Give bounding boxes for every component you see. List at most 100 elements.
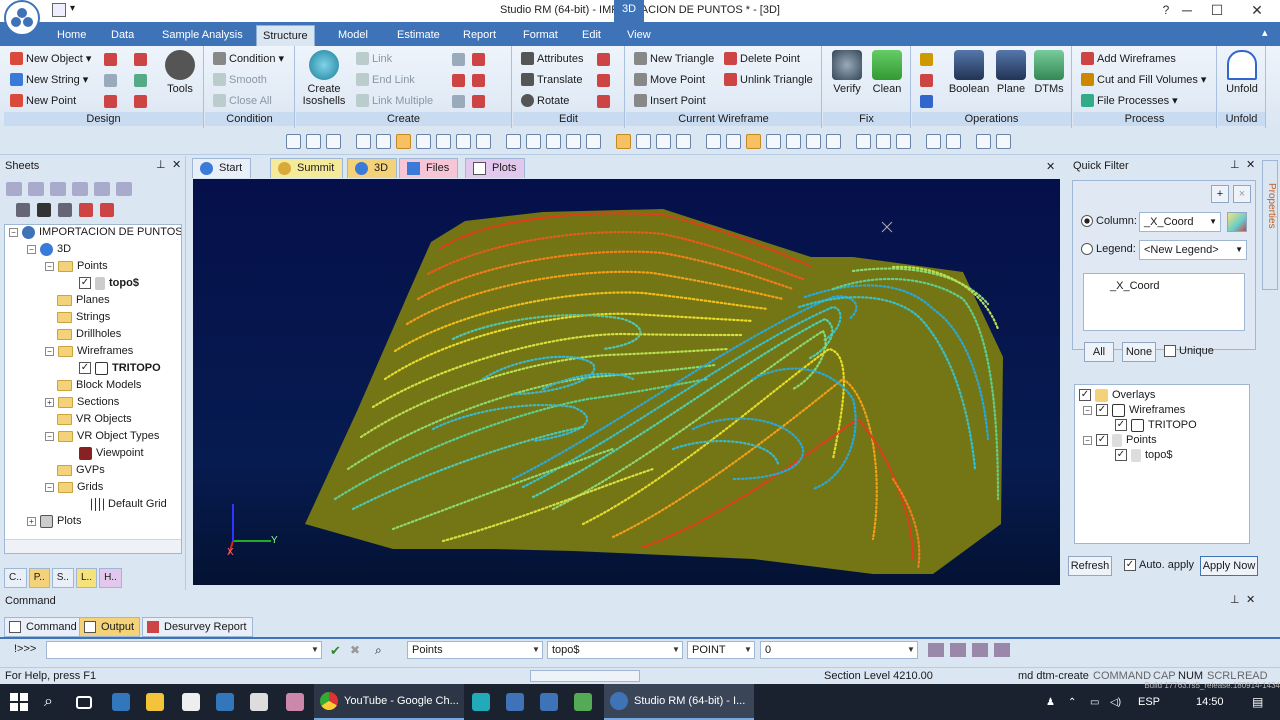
new-point-button[interactable]: New Point bbox=[10, 94, 76, 107]
tree-block-models[interactable]: Block Models bbox=[57, 377, 141, 393]
overlay-tritopo[interactable]: ✓ TRITOPO bbox=[1115, 417, 1197, 433]
unfold-button[interactable]: Unfold bbox=[1222, 50, 1262, 95]
tab-c[interactable]: C.. bbox=[4, 568, 27, 588]
tab-p[interactable]: P.. bbox=[28, 568, 50, 588]
create-small-icon-6[interactable] bbox=[472, 95, 485, 108]
link-button[interactable]: Link bbox=[356, 52, 392, 65]
tab-model[interactable]: Model bbox=[332, 25, 374, 46]
tab-estimate[interactable]: Estimate bbox=[391, 25, 446, 46]
plane-button[interactable]: Plane bbox=[994, 50, 1028, 95]
filter-values-list[interactable]: _X_Coord bbox=[1083, 273, 1245, 331]
taskbar-studio-rm[interactable]: Studio RM (64-bit) - I... bbox=[604, 684, 754, 720]
vtab-plots[interactable]: Plots bbox=[465, 158, 526, 178]
auto-apply-row[interactable]: ✓ Auto. apply bbox=[1124, 559, 1194, 571]
operations-small-icon-1[interactable] bbox=[920, 53, 933, 66]
legend-select[interactable]: <New Legend> ▼ bbox=[1139, 240, 1247, 260]
refresh-button[interactable]: Refresh bbox=[1068, 556, 1112, 576]
tree-gvps[interactable]: GVPs bbox=[57, 462, 105, 478]
sheets-close-icon[interactable]: ✕ bbox=[172, 158, 181, 171]
add-filter-button[interactable]: + bbox=[1211, 185, 1229, 203]
network-icon[interactable]: ▭ bbox=[1090, 684, 1099, 720]
sheets-tool-icon-2[interactable] bbox=[28, 182, 44, 196]
operations-small-icon-3[interactable] bbox=[920, 95, 933, 108]
overlay-wireframes[interactable]: − ✓ Wireframes bbox=[1083, 402, 1185, 418]
sheets-tool-icon-11[interactable] bbox=[100, 203, 114, 217]
design-small-icon-2[interactable] bbox=[134, 53, 147, 66]
quick-filter-pin-icon[interactable]: ⊥ bbox=[1230, 158, 1240, 171]
tree-grids[interactable]: − Grids bbox=[45, 479, 103, 495]
tab-h[interactable]: H.. bbox=[99, 568, 122, 588]
sheets-tool-icon-3[interactable] bbox=[50, 182, 66, 196]
link-multiple-button[interactable]: Link Multiple bbox=[356, 94, 433, 107]
snap-point-icon[interactable] bbox=[636, 134, 651, 149]
arrow-right-icon[interactable] bbox=[946, 134, 961, 149]
tab-edit[interactable]: Edit bbox=[576, 25, 607, 46]
apply-now-button[interactable]: Apply Now bbox=[1200, 556, 1258, 576]
taskbar-app-icon-4[interactable] bbox=[506, 684, 524, 720]
rotate-view-icon[interactable] bbox=[306, 134, 321, 149]
create-small-icon-4[interactable] bbox=[472, 74, 485, 87]
edge-icon[interactable] bbox=[112, 684, 130, 720]
unique-checkbox[interactable] bbox=[1164, 345, 1176, 357]
people-icon[interactable]: ♟ bbox=[1046, 684, 1055, 720]
command-pin-icon[interactable]: ⊥ bbox=[1230, 593, 1240, 606]
dtms-button[interactable]: DTMs bbox=[1032, 50, 1066, 95]
design-small-icon-6[interactable] bbox=[134, 95, 147, 108]
store-icon[interactable] bbox=[182, 684, 200, 720]
sheets-tool-icon-9[interactable] bbox=[58, 203, 72, 217]
ribbon-collapse-icon[interactable]: ▴ bbox=[1262, 26, 1268, 39]
filter-icon[interactable] bbox=[856, 134, 871, 149]
zoom-window-icon[interactable] bbox=[396, 134, 411, 149]
command-input[interactable]: ▼ bbox=[46, 641, 322, 659]
legend-editor-icon[interactable] bbox=[1227, 212, 1247, 232]
explorer-icon[interactable] bbox=[146, 684, 164, 720]
zoom-previous-icon[interactable] bbox=[456, 134, 471, 149]
remove-filter-button[interactable]: × bbox=[1233, 185, 1251, 203]
start-button[interactable] bbox=[10, 684, 28, 720]
viewport-close-icon[interactable]: ✕ bbox=[1046, 160, 1055, 173]
view-plane-icon[interactable] bbox=[976, 134, 991, 149]
cmdtab-desurvey[interactable]: Desurvey Report bbox=[142, 617, 253, 637]
tab-data[interactable]: Data bbox=[105, 25, 140, 46]
verify-button[interactable]: Verify bbox=[829, 50, 865, 95]
unique-checkbox-row[interactable]: Unique bbox=[1164, 345, 1214, 357]
zoom-all-icon[interactable] bbox=[476, 134, 491, 149]
smooth-button[interactable]: Smooth bbox=[213, 73, 267, 86]
file-processes-button[interactable]: File Processes ▾ bbox=[1081, 94, 1178, 107]
tree-topo[interactable]: ✓ topo$ bbox=[79, 275, 139, 291]
boolean-button[interactable]: Boolean bbox=[948, 50, 990, 95]
object-type-select[interactable]: Points ▼ bbox=[407, 641, 543, 659]
cancel-icon[interactable]: ✖ bbox=[350, 643, 360, 657]
clip-both-icon[interactable] bbox=[806, 134, 821, 149]
select-poly-icon[interactable] bbox=[546, 134, 561, 149]
create-small-icon-2[interactable] bbox=[472, 53, 485, 66]
topo-checkbox[interactable]: ✓ bbox=[79, 277, 91, 289]
tree-viewpoint[interactable]: Viewpoint bbox=[79, 445, 144, 461]
orbit-icon[interactable] bbox=[326, 134, 341, 149]
design-small-icon-5[interactable] bbox=[104, 95, 117, 108]
overlay-wireframes-checkbox[interactable]: ✓ bbox=[1096, 404, 1108, 416]
overlay-points-checkbox[interactable]: ✓ bbox=[1096, 434, 1108, 446]
add-wireframes-button[interactable]: Add Wireframes bbox=[1081, 52, 1176, 65]
command-tool-icon-3[interactable] bbox=[972, 643, 988, 657]
search-taskbar-icon[interactable]: ⌕ bbox=[44, 684, 53, 720]
zoom-in-icon[interactable] bbox=[376, 134, 391, 149]
close-button[interactable]: ✕ bbox=[1234, 0, 1280, 22]
overlay-root[interactable]: ✓ Overlays bbox=[1079, 387, 1155, 403]
create-isoshells-button[interactable]: Create Isoshells bbox=[300, 50, 348, 107]
section-forward-icon[interactable] bbox=[726, 134, 741, 149]
none-button[interactable]: None bbox=[1122, 342, 1156, 362]
operations-small-icon-2[interactable] bbox=[920, 74, 933, 87]
clipping-icon[interactable] bbox=[746, 134, 761, 149]
legend-radio-icon[interactable] bbox=[1081, 243, 1093, 255]
pan-icon[interactable] bbox=[286, 134, 301, 149]
clip-back-icon[interactable] bbox=[786, 134, 801, 149]
attributes-button[interactable]: Attributes bbox=[521, 52, 583, 65]
taskbar-app-icon-6[interactable] bbox=[574, 684, 592, 720]
overlay-topo[interactable]: ✓ topo$ bbox=[1115, 447, 1173, 463]
snap-icon[interactable] bbox=[616, 134, 631, 149]
tab-home[interactable]: Home bbox=[51, 25, 92, 46]
tree-vr-objects[interactable]: VR Objects bbox=[57, 411, 132, 427]
unlink-triangle-button[interactable]: Unlink Triangle bbox=[724, 73, 813, 86]
tree-drillholes[interactable]: Drillholes bbox=[57, 326, 121, 342]
